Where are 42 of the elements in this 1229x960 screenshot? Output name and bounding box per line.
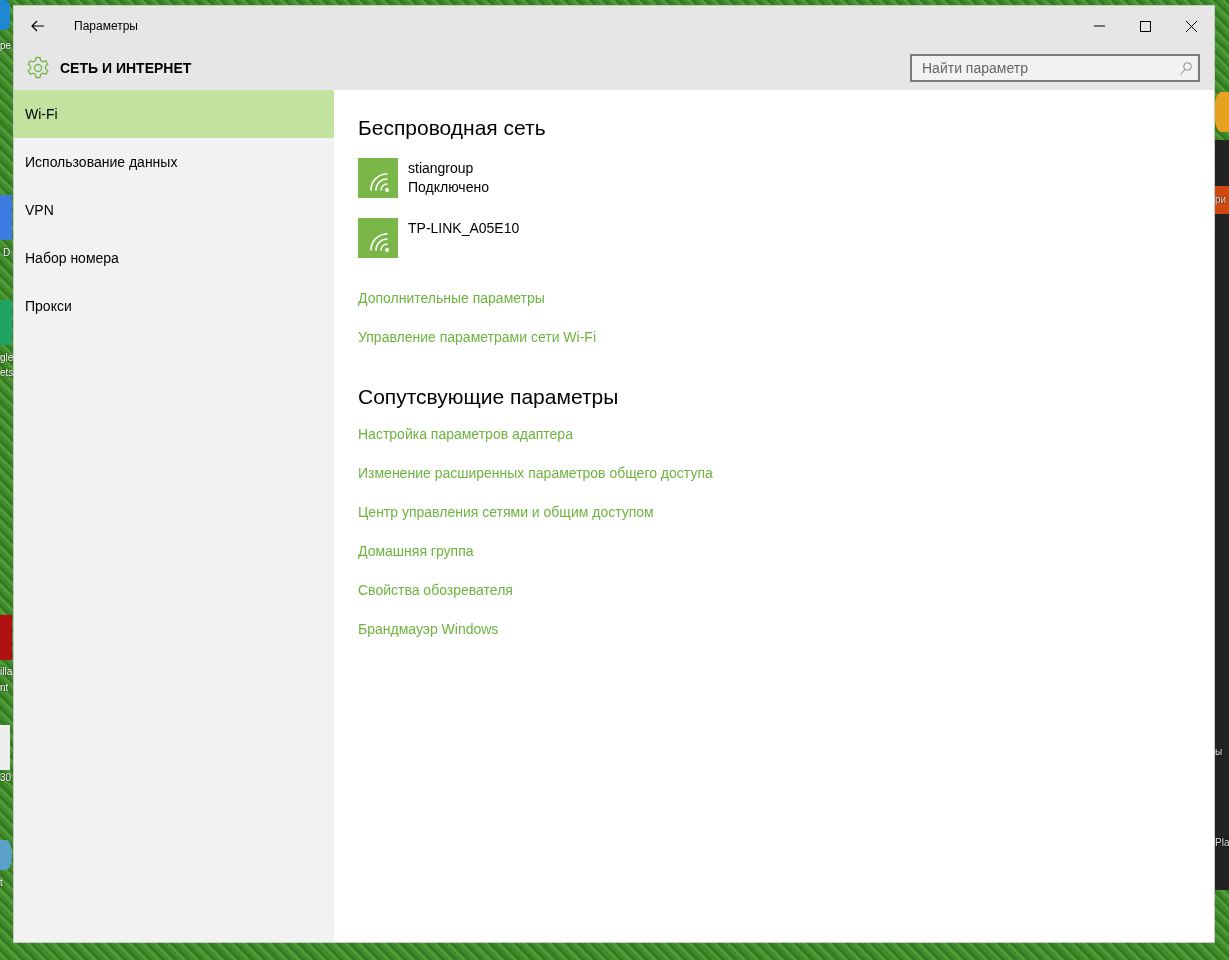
sidebar-item[interactable]: Прокси bbox=[14, 282, 334, 330]
app-window-text: ы bbox=[1215, 746, 1223, 758]
desktop-icon-label: pe bbox=[0, 40, 12, 52]
section-heading: Сопутсвующие параметры bbox=[358, 385, 620, 409]
desktop-icon-label: nt bbox=[0, 682, 9, 694]
window-title: Параметры bbox=[74, 19, 139, 33]
sidebar-item[interactable]: Набор номера bbox=[14, 234, 334, 282]
desktop-icon-label: D bbox=[3, 247, 11, 259]
sidebar-item[interactable]: VPN bbox=[14, 186, 334, 234]
settings-link[interactable]: Дополнительные параметры bbox=[358, 290, 545, 306]
desktop-icon-label: illa bbox=[0, 666, 13, 678]
maximize-icon bbox=[1139, 20, 1151, 32]
app-window-text: ри bbox=[1215, 194, 1227, 206]
app-window-text: Pla bbox=[1215, 837, 1229, 849]
wifi-icon bbox=[358, 218, 398, 258]
settings-link[interactable]: Управление параметрами сети Wi-Fi bbox=[358, 329, 596, 345]
sidebar-item[interactable]: Использование данных bbox=[14, 138, 334, 186]
desktop-icon-label: t bbox=[0, 877, 3, 889]
settings-link[interactable]: Центр управления сетями и общим доступом bbox=[358, 504, 654, 520]
settings-link[interactable]: Настройка параметров адаптера bbox=[358, 426, 573, 442]
desktop-icon[interactable] bbox=[0, 0, 10, 30]
desktop-icon-label: ets bbox=[0, 367, 14, 379]
sidebar-item[interactable]: Wi-Fi bbox=[14, 90, 334, 138]
search-field[interactable]: Найти параметр bbox=[910, 54, 1200, 82]
network-status: Подключено bbox=[408, 179, 489, 195]
close-icon bbox=[1185, 20, 1197, 32]
search-icon bbox=[1180, 62, 1192, 75]
settings-link[interactable]: Изменение расширенных параметров общего доступа bbox=[358, 465, 713, 481]
minimize-icon bbox=[1093, 25, 1105, 27]
section-heading: Беспроводная сеть bbox=[358, 116, 547, 140]
settings-link[interactable]: Свойства обозревателя bbox=[358, 582, 513, 598]
network-name[interactable]: TP-LINK_A05E10 bbox=[408, 220, 520, 236]
settings-link[interactable]: Брандмауэр Windows bbox=[358, 621, 499, 637]
back-arrow-icon bbox=[31, 20, 45, 32]
desktop-icon-label: 30 bbox=[0, 772, 12, 784]
settings-link[interactable]: Домашняя группа bbox=[358, 543, 474, 559]
desktop-icon-label: gle bbox=[0, 352, 14, 364]
desktop-icon[interactable] bbox=[0, 840, 12, 870]
gear-icon bbox=[26, 56, 50, 80]
wifi-icon bbox=[358, 158, 398, 198]
network-name[interactable]: stiangroup bbox=[408, 160, 489, 176]
section-title: СЕТЬ И ИНТЕРНЕТ bbox=[60, 60, 193, 76]
